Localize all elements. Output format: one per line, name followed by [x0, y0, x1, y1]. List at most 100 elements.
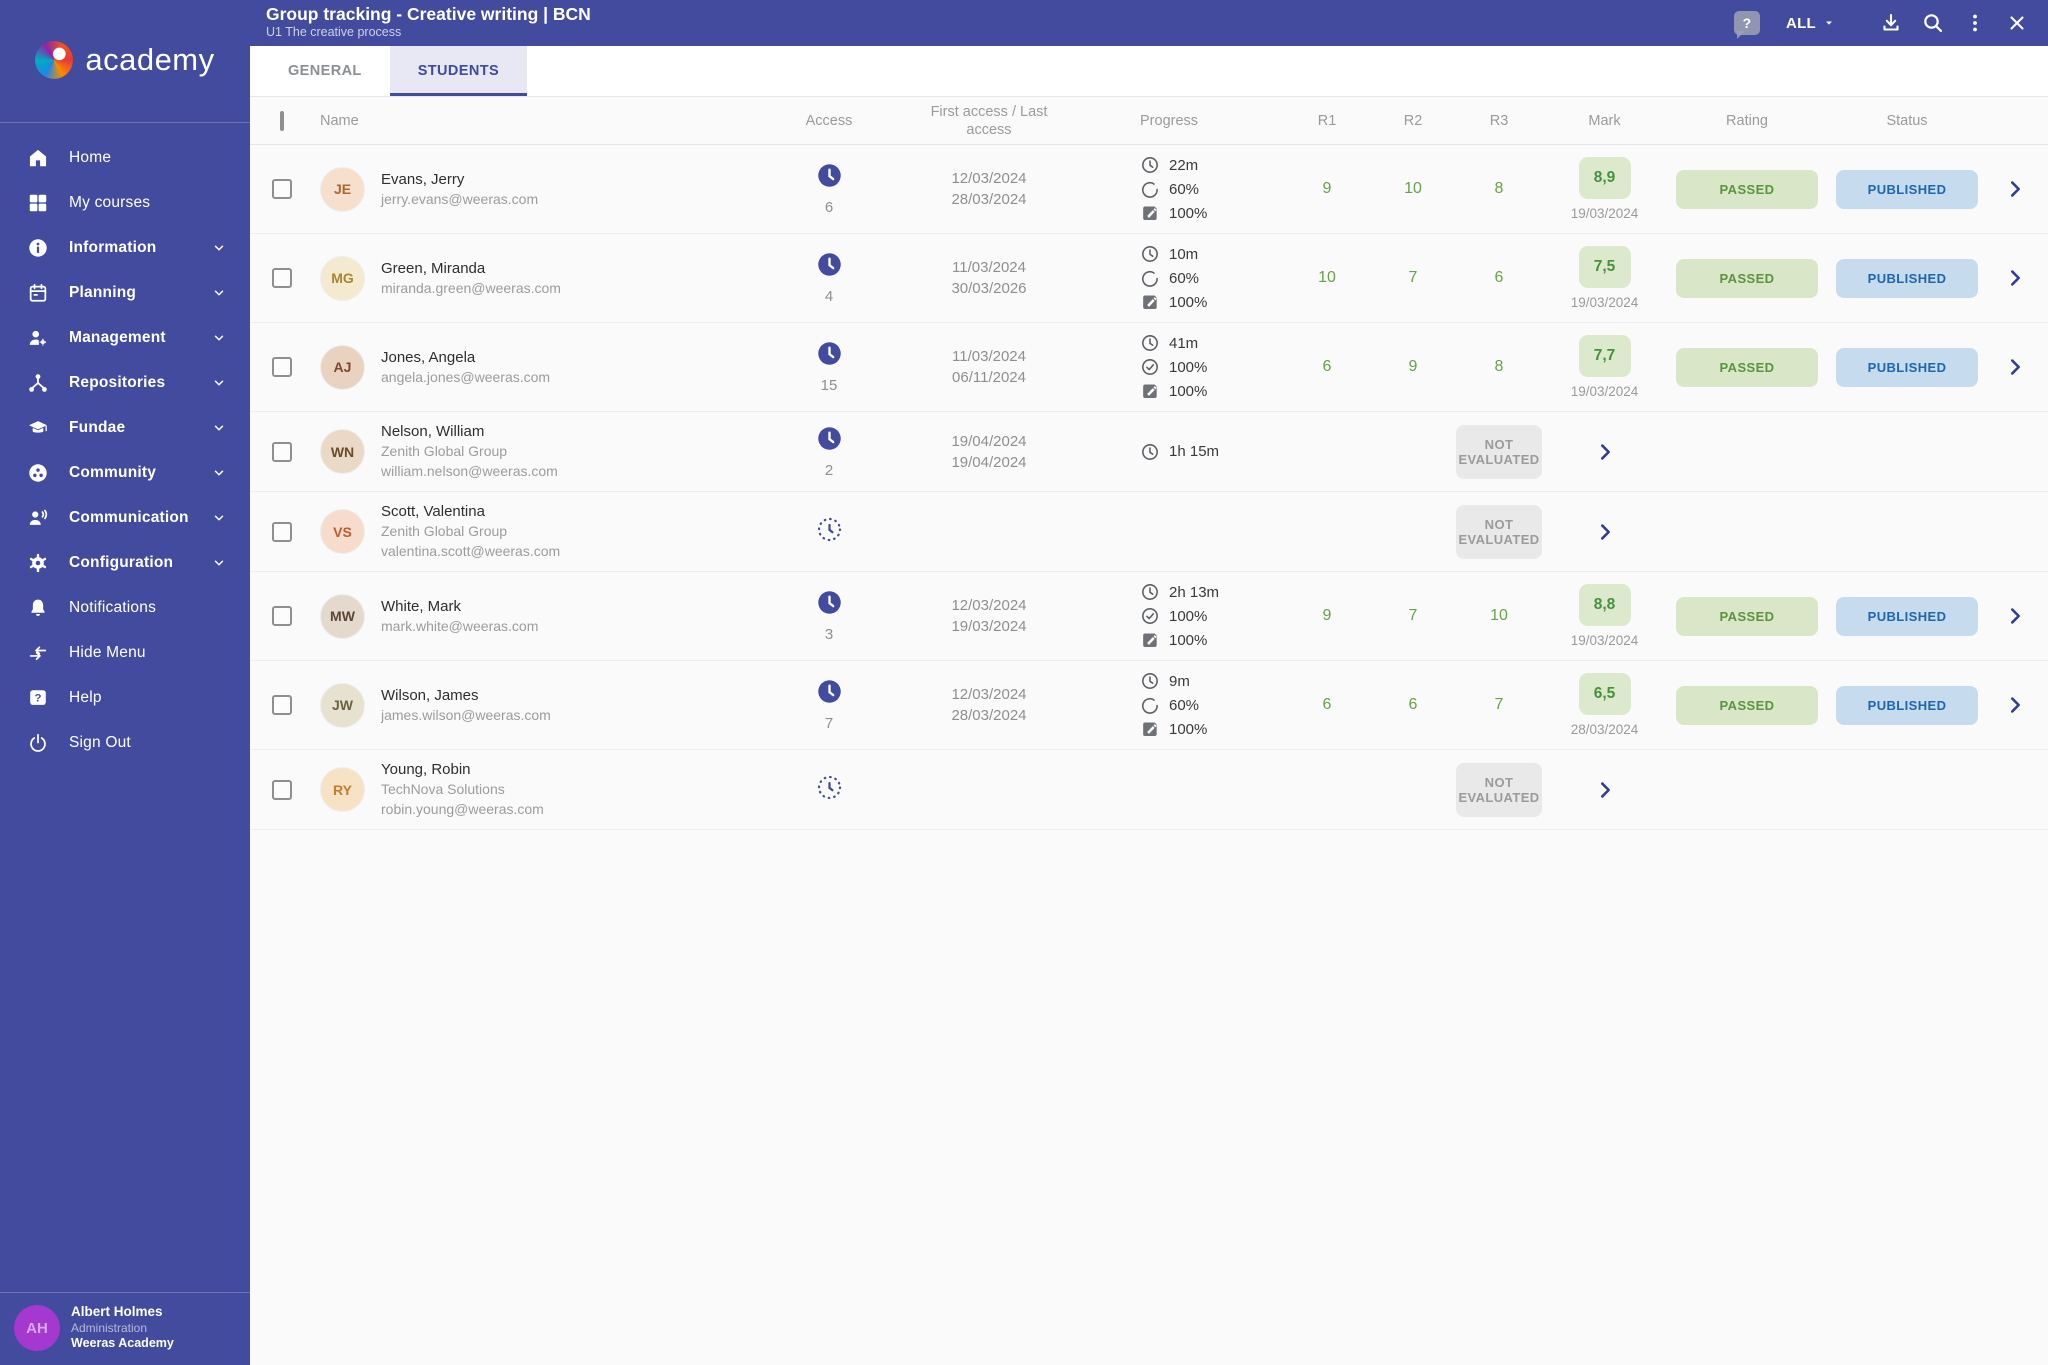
table-row[interactable]: JW Wilson, James james.wilson@weeras.com…: [250, 661, 2048, 750]
row-checkbox[interactable]: [272, 441, 292, 462]
sidebar-item-label: Repositories: [69, 373, 166, 391]
progress-cell: 2h 13m 100% 100%: [1084, 572, 1284, 660]
student-email: mark.white@weeras.com: [381, 617, 539, 634]
row-detail-button[interactable]: [1987, 259, 2043, 297]
chevron-right-icon: [2010, 697, 2020, 713]
tab-general[interactable]: GENERAL: [260, 46, 390, 96]
row-detail-button[interactable]: [1542, 513, 1667, 551]
row-checkbox[interactable]: [272, 179, 292, 199]
progress-cell: [1084, 524, 1284, 540]
row-checkbox[interactable]: [272, 695, 292, 715]
info-icon: [26, 236, 50, 260]
help-bubble-icon[interactable]: ?: [1733, 11, 1760, 39]
table-row[interactable]: MW White, Mark mark.white@weeras.com 3 1…: [250, 572, 2048, 661]
row-checkbox[interactable]: [272, 521, 292, 542]
progress-arc-line: 60%: [1140, 179, 1199, 199]
logo-icon: [35, 41, 74, 79]
table-row[interactable]: VS Scott, Valentina Zenith Global Group …: [250, 492, 2048, 572]
student-email: angela.jones@weeras.com: [381, 368, 551, 385]
table-row[interactable]: JE Evans, Jerry jerry.evans@weeras.com 6…: [250, 145, 2048, 234]
sidebar-item-configuration[interactable]: Configuration: [0, 540, 250, 585]
row-detail-button[interactable]: [1987, 348, 2043, 386]
row-detail-button[interactable]: [1987, 686, 2043, 724]
chevron-down-icon: [212, 556, 226, 570]
sidebar-item-sign-out[interactable]: Sign Out: [0, 720, 250, 765]
r3-score: 6: [1494, 269, 1504, 286]
close-icon: [2010, 16, 2024, 30]
last-access-date: 06/11/2024: [952, 369, 1026, 386]
sidebar-item-label: Planning: [69, 283, 137, 301]
row-detail-button[interactable]: [1987, 597, 2043, 635]
table-row[interactable]: WN Nelson, William Zenith Global Group w…: [250, 412, 2048, 492]
table-row[interactable]: MG Green, Miranda miranda.green@weeras.c…: [250, 234, 2048, 323]
sidebar-item-my-courses[interactable]: My courses: [0, 180, 250, 225]
status-badge: PUBLISHED: [1836, 347, 1978, 387]
progress-edit-line: 100%: [1140, 203, 1207, 223]
access-count: 2: [824, 461, 834, 479]
sidebar-item-fundae[interactable]: Fundae: [0, 405, 250, 450]
sidebar-item-label: Help: [69, 688, 102, 706]
tab-students[interactable]: STUDENTS: [389, 46, 528, 96]
row-checkbox[interactable]: [272, 779, 292, 800]
row-detail-button[interactable]: [1542, 771, 1667, 809]
row-checkbox[interactable]: [272, 268, 292, 288]
logo-text: academy: [85, 42, 215, 77]
r3-score: 8: [1494, 180, 1504, 197]
chevron-right-icon: [2010, 270, 2020, 286]
r2-score: 9: [1408, 358, 1418, 375]
chevron-down-icon: [212, 466, 226, 480]
home-icon: [26, 146, 50, 170]
col-r2: R2: [1403, 112, 1423, 129]
select-all-checkbox[interactable]: [280, 110, 284, 131]
sidebar-item-management[interactable]: Management: [0, 315, 250, 360]
row-checkbox[interactable]: [272, 357, 292, 377]
table-row[interactable]: RY Young, Robin TechNova Solutions robin…: [250, 750, 2048, 830]
sidebar-item-help[interactable]: ? Help: [0, 675, 250, 720]
row-detail-button[interactable]: [1987, 170, 2043, 208]
student-name: Nelson, William: [381, 423, 485, 440]
table-body: JE Evans, Jerry jerry.evans@weeras.com 6…: [250, 145, 2048, 830]
sidebar-item-notifications[interactable]: Notifications: [0, 585, 250, 630]
close-button[interactable]: [1996, 2, 2038, 44]
sidebar-item-communication[interactable]: Communication: [0, 495, 250, 540]
sidebar-item-community[interactable]: Community: [0, 450, 250, 495]
student-email: valentina.scott@weeras.com: [381, 543, 561, 559]
progress-cell: 1h 15m: [1084, 432, 1284, 472]
sidebar-item-label: Hide Menu: [69, 643, 146, 661]
sidebar-item-planning[interactable]: Planning: [0, 270, 250, 315]
student-name: White, Mark: [381, 597, 462, 615]
status-badge: PUBLISHED: [1836, 169, 1978, 209]
progress-edit-line: 100%: [1140, 719, 1207, 739]
mark-badge: 8,8: [1578, 584, 1631, 626]
grad-cap-icon: [26, 416, 50, 440]
sidebar-item-repositories[interactable]: Repositories: [0, 360, 250, 405]
progress-cell: [1084, 782, 1284, 798]
row-detail-button[interactable]: [1542, 433, 1667, 471]
first-access-date: 12/03/2024: [951, 170, 1027, 187]
progress-cell: 22m 60% 100%: [1084, 145, 1284, 233]
row-checkbox[interactable]: [272, 606, 292, 626]
chevron-down-icon: [212, 511, 226, 525]
kebab-menu-icon: [1973, 14, 1977, 32]
chevron-right-icon: [2010, 608, 2020, 624]
more-menu-button[interactable]: [1954, 2, 1996, 44]
col-r1: R1: [1317, 112, 1337, 129]
first-access-date: 12/03/2024: [951, 686, 1027, 703]
table-row[interactable]: AJ Jones, Angela angela.jones@weeras.com…: [250, 323, 2048, 412]
page-title: Group tracking - Creative writing | BCN: [266, 3, 591, 24]
filter-dropdown[interactable]: ALL: [1786, 15, 1836, 32]
r3-score: 8: [1494, 358, 1504, 375]
download-button[interactable]: [1870, 2, 1912, 44]
sidebar-item-label: Configuration: [69, 553, 174, 571]
search-button[interactable]: [1912, 2, 1954, 44]
access-clock-icon: [816, 589, 843, 621]
user-profile[interactable]: AH Albert Holmes Administration Weeras A…: [0, 1292, 250, 1365]
access-clock-icon: [816, 425, 843, 457]
help-icon: ?: [26, 686, 50, 710]
access-clock-icon: [816, 516, 843, 548]
student-email: robin.young@weeras.com: [381, 801, 544, 817]
sidebar-item-home[interactable]: Home: [0, 135, 250, 180]
sidebar-item-hide-menu[interactable]: Hide Menu: [0, 630, 250, 675]
access-count: 15: [820, 377, 838, 394]
sidebar-item-information[interactable]: Information: [0, 225, 250, 270]
